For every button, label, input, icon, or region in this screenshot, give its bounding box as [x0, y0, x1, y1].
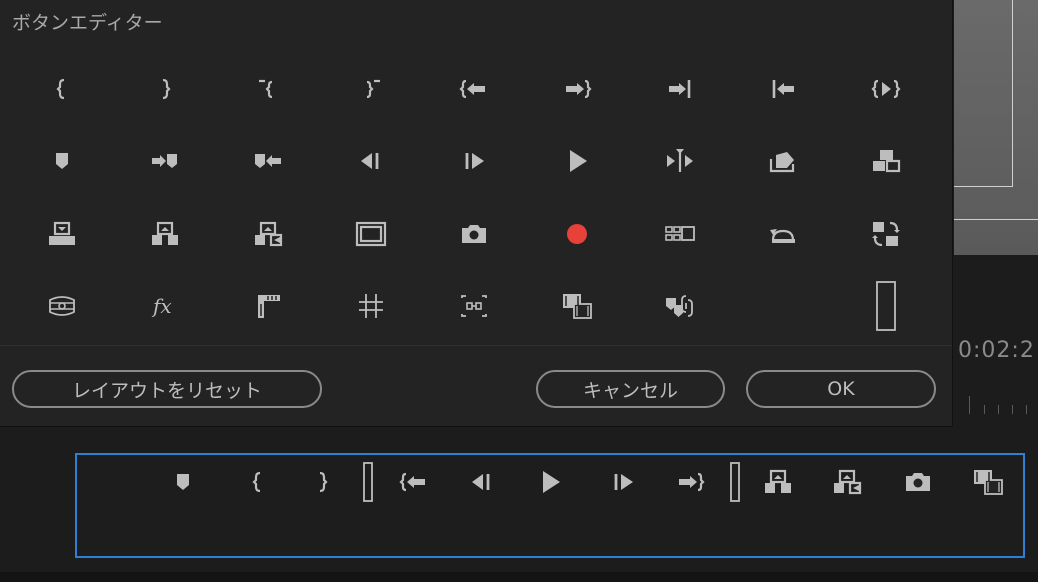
mark-in-icon[interactable]	[22, 59, 102, 119]
strip-spacer-icon[interactable]	[713, 461, 757, 503]
extract-icon[interactable]	[228, 204, 308, 264]
export-frame-icon[interactable]	[743, 131, 823, 191]
go-to-in-icon[interactable]	[434, 59, 514, 119]
transport-button-strip[interactable]	[75, 453, 1025, 558]
strip-spacer-icon[interactable]	[346, 461, 390, 503]
go-to-prev-edit-icon[interactable]	[743, 59, 823, 119]
linked-marker-icon[interactable]	[640, 276, 720, 336]
cancel-button[interactable]: キャンセル	[536, 370, 725, 408]
time-ruler	[966, 396, 1038, 414]
comparison-icon[interactable]	[228, 276, 308, 336]
go-to-out-icon[interactable]	[537, 59, 617, 119]
button-editor-dialog: ボタンエディター fx レイアウトをリセット キャンセル OK	[0, 0, 953, 427]
add-marker-icon[interactable]	[22, 131, 102, 191]
strip-mark-out-icon[interactable]	[300, 461, 344, 503]
strip-camera-icon[interactable]	[896, 461, 940, 503]
dialog-divider	[0, 345, 952, 346]
safe-margins-icon[interactable]	[331, 204, 411, 264]
record-icon[interactable]	[537, 204, 617, 264]
go-to-next-edit-icon[interactable]	[640, 59, 720, 119]
trim-icon[interactable]	[640, 131, 720, 191]
monitor-divider	[954, 219, 1038, 220]
reset-layout-button[interactable]: レイアウトをリセット	[12, 370, 322, 408]
svg-text:fx: fx	[151, 294, 172, 318]
overwrite-icon[interactable]	[22, 204, 102, 264]
camera-icon[interactable]	[434, 204, 514, 264]
program-monitor	[954, 0, 1038, 255]
toggle-proxy-icon[interactable]	[846, 204, 926, 264]
dialog-title: ボタンエディター	[12, 12, 163, 34]
fx-icon[interactable]: fx	[125, 276, 205, 336]
step-forward-icon[interactable]	[434, 131, 514, 191]
strip-lift-icon[interactable]	[756, 461, 800, 503]
clear-in-icon[interactable]	[228, 59, 308, 119]
play-icon[interactable]	[537, 131, 617, 191]
strip-add-marker-icon[interactable]	[161, 461, 205, 503]
go-to-prev-marker-icon[interactable]	[228, 131, 308, 191]
multi-camera-view-icon[interactable]	[434, 276, 514, 336]
insert-icon[interactable]	[846, 131, 926, 191]
strip-play-icon[interactable]	[528, 461, 572, 503]
grid-icon[interactable]	[331, 276, 411, 336]
vr-video-icon[interactable]	[22, 276, 102, 336]
strip-mark-in-icon[interactable]	[236, 461, 280, 503]
go-to-next-marker-icon[interactable]	[125, 131, 205, 191]
toggle-frame-icon[interactable]	[537, 276, 617, 336]
spacer-icon[interactable]	[846, 276, 926, 336]
strip-step-forward-icon[interactable]	[601, 461, 645, 503]
strip-step-back-icon[interactable]	[460, 461, 504, 503]
ok-button[interactable]: OK	[746, 370, 936, 408]
clear-out-icon[interactable]	[331, 59, 411, 119]
timecode-display: 0:02:2	[958, 338, 1035, 363]
bottom-bar	[0, 572, 1038, 582]
mark-out-icon[interactable]	[125, 59, 205, 119]
play-in-to-out-icon[interactable]	[846, 59, 926, 119]
multi-camera-icon[interactable]	[640, 204, 720, 264]
strip-extract-icon[interactable]	[825, 461, 869, 503]
loop-icon[interactable]	[743, 204, 823, 264]
monitor-frame	[954, 0, 1013, 187]
step-back-icon[interactable]	[331, 131, 411, 191]
strip-go-to-out-icon[interactable]	[668, 461, 712, 503]
strip-toggle-frame-icon[interactable]	[966, 461, 1010, 503]
strip-go-to-in-icon[interactable]	[392, 461, 436, 503]
lift-icon[interactable]	[125, 204, 205, 264]
